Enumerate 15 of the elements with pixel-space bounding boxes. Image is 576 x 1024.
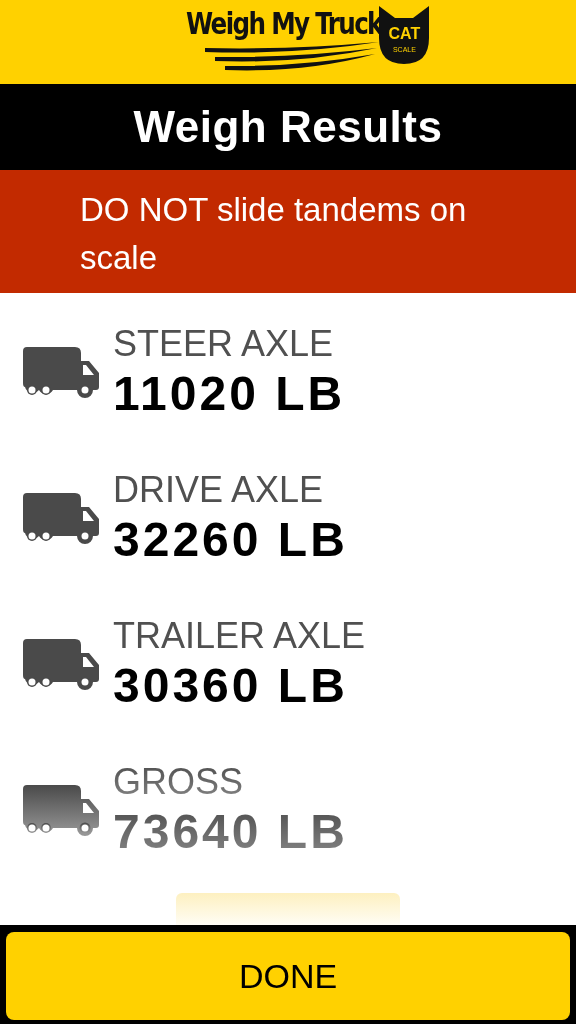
result-label: DRIVE AXLE — [113, 469, 325, 511]
warning-banner: DO NOT slide tandems on scale — [0, 170, 576, 293]
result-label: TRAILER AXLE — [113, 615, 366, 657]
page-title: Weigh Results — [0, 84, 576, 170]
weight-value: 11020 LB — [113, 366, 346, 422]
result-label: STEER AXLE — [113, 323, 335, 365]
truck-icon — [23, 785, 101, 837]
weight-value: 32260 LB — [113, 512, 348, 568]
truck-icon — [23, 347, 101, 399]
done-button[interactable]: DONE — [6, 932, 570, 1020]
badge-text: CAT — [387, 26, 422, 42]
truck-icon — [23, 493, 101, 545]
weight-value: 30360 LB — [113, 658, 349, 714]
logo-text: Weigh My Truck — [185, 6, 382, 42]
truck-icon — [23, 639, 101, 691]
